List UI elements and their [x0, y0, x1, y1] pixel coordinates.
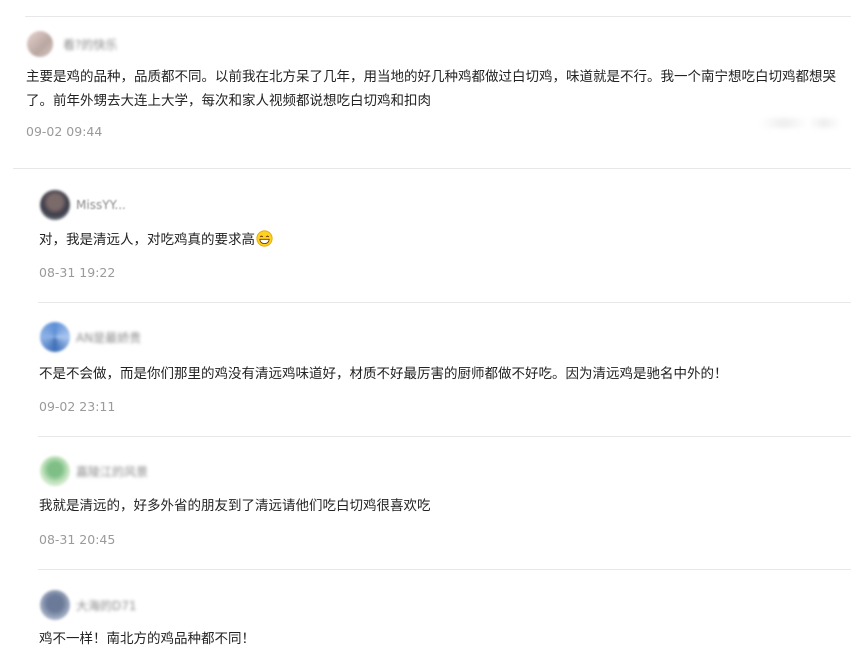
- faint-action-icons: [760, 118, 840, 128]
- reply-2-time: 09-02 23:11: [39, 399, 116, 414]
- reply-1-time: 08-31 19:22: [39, 265, 116, 280]
- avatar[interactable]: [40, 190, 70, 220]
- username[interactable]: 大海的D71: [76, 597, 137, 614]
- avatar[interactable]: [40, 322, 70, 352]
- reply-2: AN是最娇贵 不是不会做，而是你们那里的鸡没有清远鸡味道好，材质不好最厉害的厨师…: [0, 302, 861, 436]
- reply-1: MissYY... 对，我是清远人，对吃鸡真的要求高 08-31 19:22: [0, 168, 861, 302]
- reply-2-user[interactable]: AN是最娇贵: [40, 322, 141, 352]
- reply-1-user[interactable]: MissYY...: [40, 190, 126, 220]
- reply-4-text: 鸡不一样！南北方的鸡品种都不同！: [39, 631, 255, 647]
- comment-1-time: 09-02 09:44: [26, 124, 103, 139]
- comment-1-user[interactable]: 看?的快乐: [27, 31, 117, 57]
- reply-3: 嘉陵江的风景 我就是清远的，好多外省的朋友到了清远请他们吃白切鸡很喜欢吃 08-…: [0, 436, 861, 570]
- avatar[interactable]: [40, 456, 70, 486]
- reply-4-user[interactable]: 大海的D71: [40, 590, 137, 620]
- grin-emoji-icon: [256, 230, 273, 247]
- reply-1-text: 对，我是清远人，对吃鸡真的要求高: [39, 228, 819, 252]
- username[interactable]: MissYY...: [76, 198, 126, 212]
- reply-3-user[interactable]: 嘉陵江的风景: [40, 456, 148, 486]
- reply-4: 大海的D71 鸡不一样！南北方的鸡品种都不同！: [0, 569, 861, 664]
- comment-1: 看?的快乐 主要是鸡的品种，品质都不同。以前我在北方呆了几年，用当地的好几种鸡都…: [0, 0, 861, 168]
- username[interactable]: 看?的快乐: [63, 36, 117, 53]
- avatar[interactable]: [27, 31, 53, 57]
- reply-3-time: 08-31 20:45: [39, 532, 116, 547]
- username[interactable]: 嘉陵江的风景: [76, 463, 148, 480]
- avatar[interactable]: [40, 590, 70, 620]
- reply-2-text: 不是不会做，而是你们那里的鸡没有清远鸡味道好，材质不好最厉害的厨师都做不好吃。因…: [39, 366, 728, 382]
- reply-1-text-body: 对，我是清远人，对吃鸡真的要求高: [39, 232, 255, 248]
- reply-3-text: 我就是清远的，好多外省的朋友到了清远请他们吃白切鸡很喜欢吃: [39, 498, 431, 514]
- username[interactable]: AN是最娇贵: [76, 329, 141, 346]
- comment-1-text: 主要是鸡的品种，品质都不同。以前我在北方呆了几年，用当地的好几种鸡都做过白切鸡，…: [26, 69, 836, 109]
